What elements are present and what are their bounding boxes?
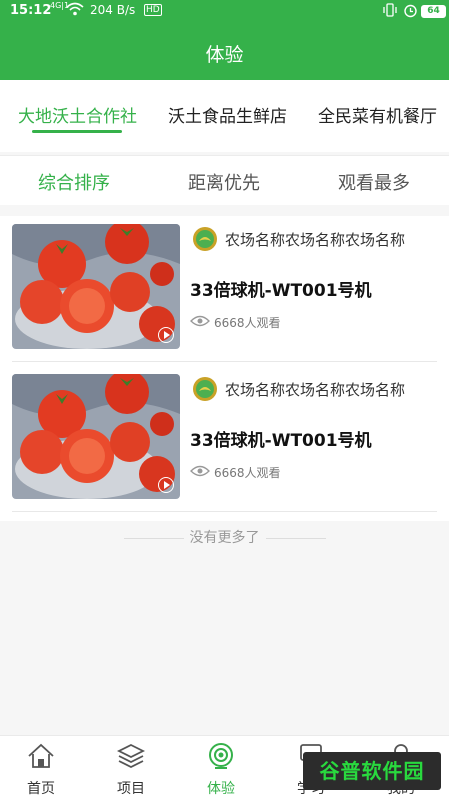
divider: [12, 511, 437, 512]
nav-home[interactable]: 首页: [11, 742, 71, 798]
hd-badge: HD: [144, 4, 162, 16]
nav-projects[interactable]: 项目: [101, 742, 161, 798]
tab-shop-quanmin[interactable]: 全民菜有机餐厅: [318, 102, 437, 127]
video-thumbnail[interactable]: [12, 224, 180, 349]
nav-home-label: 首页: [27, 781, 55, 797]
video-thumbnail[interactable]: [12, 374, 180, 499]
shop-tabs: 大地沃土合作社 沃土食品生鲜店 全民菜有机餐厅: [0, 80, 449, 152]
vibrate-icon: [382, 3, 398, 21]
active-tab-indicator: [32, 130, 122, 133]
experience-icon: [209, 743, 233, 769]
page-title: 体验: [205, 44, 244, 66]
eye-icon: [190, 465, 210, 477]
tab-sort-default[interactable]: 综合排序: [38, 169, 110, 195]
divider: [123, 537, 184, 539]
layers-icon: [116, 743, 146, 769]
tab-shop-dadi[interactable]: 大地沃土合作社: [18, 102, 137, 127]
device-list: 农场名称农场名称农场名称 33倍球机-WT001号机 6668人观看 农场名称农…: [0, 216, 449, 521]
home-icon: [28, 743, 54, 768]
device-name: 33倍球机-WT001号机: [190, 431, 372, 451]
no-more-text: 没有更多了: [189, 530, 260, 546]
tab-shop-wotu[interactable]: 沃土食品生鲜店: [168, 102, 287, 127]
sort-tabs: 综合排序 距离优先 观看最多: [0, 155, 449, 205]
list-item[interactable]: 农场名称农场名称农场名称 33倍球机-WT001号机 6668人观看: [0, 216, 449, 362]
nav-experience-label: 体验: [207, 781, 235, 797]
wifi-icon: [66, 2, 84, 20]
tab-sort-distance[interactable]: 距离优先: [188, 169, 260, 195]
tab-sort-views[interactable]: 观看最多: [338, 169, 410, 195]
no-more-footer: 没有更多了: [0, 527, 449, 547]
divider: [12, 361, 437, 362]
alarm-icon: [403, 3, 418, 22]
farm-name: 农场名称农场名称农场名称: [225, 381, 406, 399]
app-header: 15:12 4G|1 204 B/s HD 64 体验: [0, 0, 449, 80]
list-item[interactable]: 农场名称农场名称农场名称 33倍球机-WT001号机 6668人观看: [0, 366, 449, 512]
play-icon[interactable]: [158, 327, 174, 343]
tomato-image: [12, 374, 180, 499]
status-time: 15:12: [10, 3, 52, 18]
farm-logo-icon: [193, 227, 217, 251]
divider: [265, 537, 326, 539]
eye-icon: [190, 315, 210, 327]
view-count: 6668人观看: [214, 466, 281, 480]
tomato-image: [12, 224, 180, 349]
battery-indicator: 64: [421, 5, 446, 18]
status-bar: 15:12 4G|1 204 B/s HD 64: [0, 0, 449, 24]
nav-projects-label: 项目: [117, 781, 145, 797]
farm-logo-icon: [193, 377, 217, 401]
device-name: 33倍球机-WT001号机: [190, 281, 372, 301]
nav-experience[interactable]: 体验: [191, 742, 251, 798]
view-count: 6668人观看: [214, 316, 281, 330]
network-speed: 204 B/s: [90, 3, 136, 17]
farm-name: 农场名称农场名称农场名称: [225, 231, 406, 249]
play-icon[interactable]: [158, 477, 174, 493]
watermark-logo: 谷普软件园: [303, 752, 441, 790]
